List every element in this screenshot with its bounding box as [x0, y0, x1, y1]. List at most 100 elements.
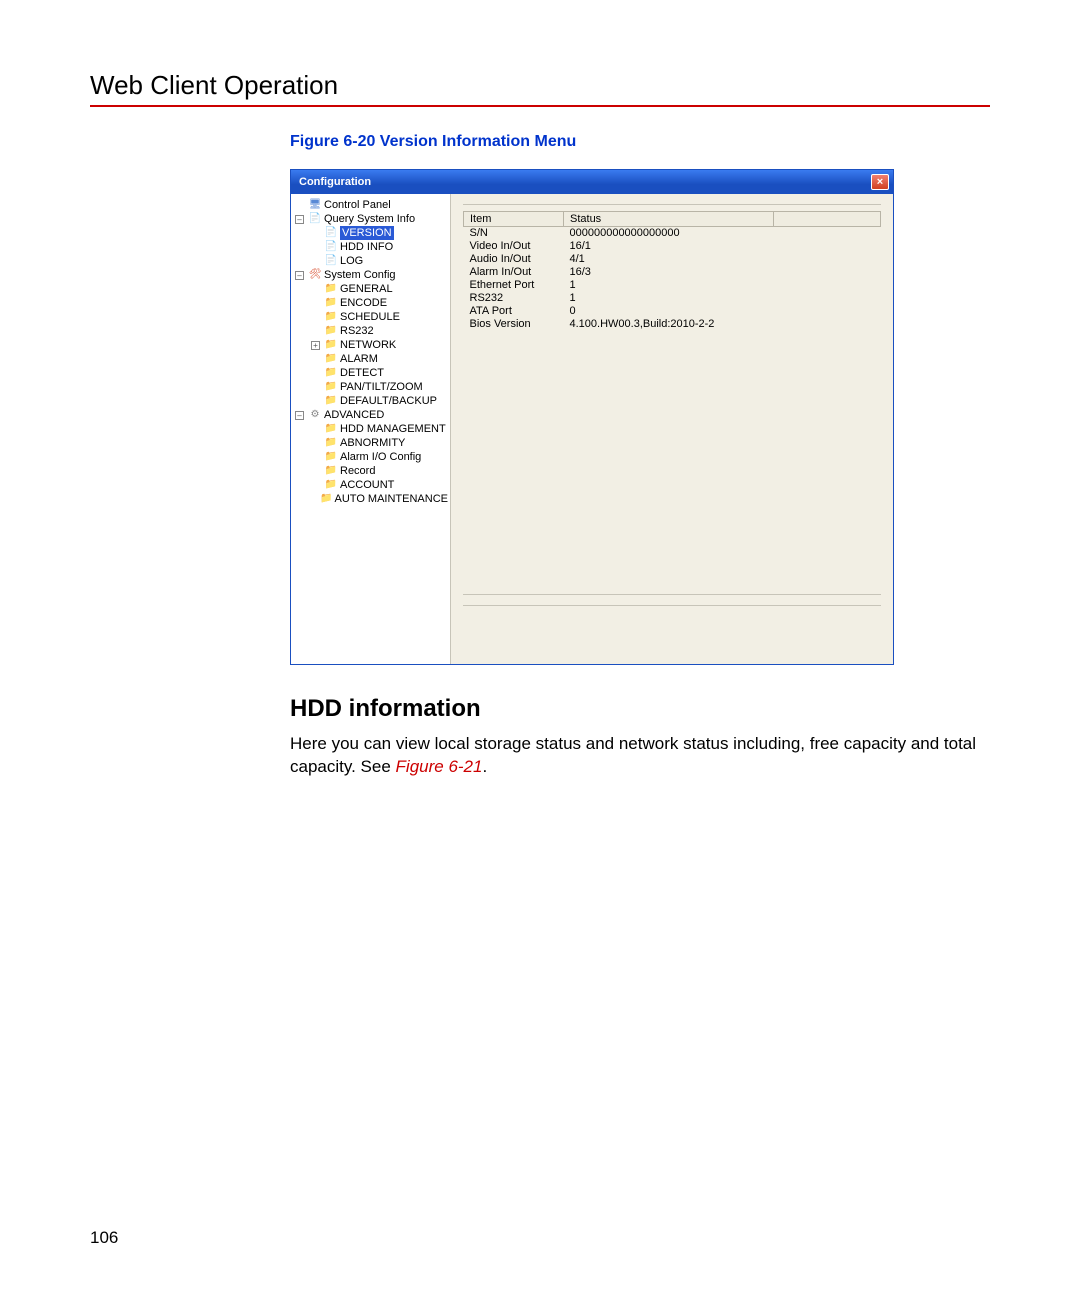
tree-label: RS232	[340, 324, 374, 338]
cell-status: 4/1	[564, 253, 774, 266]
tree-rs232[interactable]: 📁RS232	[311, 324, 448, 338]
expand-icon[interactable]: +	[311, 341, 320, 350]
tree-encode[interactable]: 📁ENCODE	[311, 296, 448, 310]
cell-status: 000000000000000000	[564, 227, 774, 241]
folder-icon: 📁	[324, 339, 338, 351]
folder-icon: 📁	[324, 465, 338, 477]
cell-item: Video In/Out	[464, 240, 564, 253]
col-spacer	[774, 212, 881, 227]
tree-label: HDD MANAGEMENT	[340, 422, 446, 436]
cell-item: Bios Version	[464, 318, 564, 331]
window-titlebar: Configuration ×	[291, 170, 893, 194]
folder-icon: 📁	[324, 451, 338, 463]
folder-icon: 📁	[324, 479, 338, 491]
tree-ptz[interactable]: 📁PAN/TILT/ZOOM	[311, 380, 448, 394]
body-text-2: .	[482, 757, 487, 776]
table-row: Ethernet Port1	[464, 279, 881, 292]
tree-label-selected: VERSION	[340, 226, 394, 240]
folder-icon: 📁	[324, 283, 338, 295]
table-row: Audio In/Out4/1	[464, 253, 881, 266]
tree-advanced[interactable]: – ⚙ ADVANCED	[295, 408, 448, 422]
folder-icon: 📁	[324, 325, 338, 337]
tree-network[interactable]: +📁NETWORK	[311, 338, 448, 352]
folder-icon: 📁	[324, 297, 338, 309]
tree-default-backup[interactable]: 📁DEFAULT/BACKUP	[311, 394, 448, 408]
tree-alarm-io[interactable]: 📁Alarm I/O Config	[311, 450, 448, 464]
tree-label: GENERAL	[340, 282, 393, 296]
version-info-table: Item Status S/N000000000000000000Video I…	[463, 211, 881, 331]
folder-icon: 📁	[324, 367, 338, 379]
cell-item: Alarm In/Out	[464, 266, 564, 279]
tree-label: ALARM	[340, 352, 378, 366]
tree-abnormity[interactable]: 📁ABNORMITY	[311, 436, 448, 450]
tree-label: LOG	[340, 254, 363, 268]
tree-auto-maintenance[interactable]: 📁AUTO MAINTENANCE	[311, 492, 448, 506]
page-title: Web Client Operation	[90, 70, 990, 101]
close-button[interactable]: ×	[871, 174, 889, 190]
col-item: Item	[464, 212, 564, 227]
tree-label: ACCOUNT	[340, 478, 394, 492]
tree-label: SCHEDULE	[340, 310, 400, 324]
tool-icon: 🛠	[308, 269, 322, 281]
tree-label: ENCODE	[340, 296, 387, 310]
tree-label: ADVANCED	[324, 408, 384, 422]
tree-general[interactable]: 📁GENERAL	[311, 282, 448, 296]
monitor-icon: 🖥	[308, 199, 322, 211]
content-lower-panel	[463, 594, 881, 664]
collapse-icon[interactable]: –	[295, 271, 304, 280]
tree-schedule[interactable]: 📁SCHEDULE	[311, 310, 448, 324]
tree-log[interactable]: 📄LOG	[311, 254, 448, 268]
tree-label: Record	[340, 464, 375, 478]
cell-status: 16/1	[564, 240, 774, 253]
folder-icon: 📁	[324, 395, 338, 407]
cell-item: ATA Port	[464, 305, 564, 318]
tree-record[interactable]: 📁Record	[311, 464, 448, 478]
tree-detect[interactable]: 📁DETECT	[311, 366, 448, 380]
tree-label: Control Panel	[324, 198, 391, 212]
tree-account[interactable]: 📁ACCOUNT	[311, 478, 448, 492]
title-rule	[90, 105, 990, 107]
tree-hdd-info[interactable]: 📄HDD INFO	[311, 240, 448, 254]
tree-query-system-info[interactable]: – 📄 Query System Info	[295, 212, 448, 226]
collapse-icon[interactable]: –	[295, 411, 304, 420]
tree-label: HDD INFO	[340, 240, 393, 254]
cell-item: RS232	[464, 292, 564, 305]
tree-hdd-management[interactable]: 📁HDD MANAGEMENT	[311, 422, 448, 436]
tree-pane: 🖥 Control Panel – 📄 Query System Info	[291, 194, 451, 664]
tree-label: System Config	[324, 268, 396, 282]
tree-label: AUTO MAINTENANCE	[335, 492, 448, 506]
gear-icon: ⚙	[308, 409, 322, 421]
tree-alarm[interactable]: 📁ALARM	[311, 352, 448, 366]
cell-status: 16/3	[564, 266, 774, 279]
folder-icon: 📁	[324, 311, 338, 323]
collapse-icon[interactable]: –	[295, 215, 304, 224]
folder-icon: 📁	[324, 381, 338, 393]
body-paragraph: Here you can view local storage status a…	[290, 733, 990, 779]
tree-root[interactable]: 🖥 Control Panel	[295, 198, 448, 212]
cell-status: 4.100.HW00.3,Build:2010-2-2	[564, 318, 774, 331]
table-row: Bios Version4.100.HW00.3,Build:2010-2-2	[464, 318, 881, 331]
page-number: 106	[90, 1228, 118, 1248]
folder-icon: 📁	[320, 493, 332, 505]
cell-status: 1	[564, 279, 774, 292]
section-heading: HDD information	[290, 695, 990, 723]
table-row: Video In/Out16/1	[464, 240, 881, 253]
figure-caption: Figure 6-20 Version Information Menu	[290, 133, 990, 151]
table-row: RS2321	[464, 292, 881, 305]
tree-version[interactable]: 📄VERSION	[311, 226, 448, 240]
folder-icon: 📁	[324, 423, 338, 435]
screenshot: Configuration × 🖥 Control Panel	[290, 169, 990, 665]
table-row: Alarm In/Out16/3	[464, 266, 881, 279]
doc-icon: 📄	[308, 213, 322, 225]
body-text-1: Here you can view local storage status a…	[290, 734, 976, 776]
tree-label: Alarm I/O Config	[340, 450, 421, 464]
table-row: ATA Port0	[464, 305, 881, 318]
figure-reference: Figure 6-21	[396, 757, 483, 776]
tree-label: PAN/TILT/ZOOM	[340, 380, 423, 394]
cell-item: S/N	[464, 227, 564, 241]
folder-icon: 📁	[324, 437, 338, 449]
tree-label: DETECT	[340, 366, 384, 380]
content-pane: Item Status S/N000000000000000000Video I…	[451, 194, 893, 664]
window-title: Configuration	[299, 176, 371, 188]
tree-system-config[interactable]: – 🛠 System Config	[295, 268, 448, 282]
